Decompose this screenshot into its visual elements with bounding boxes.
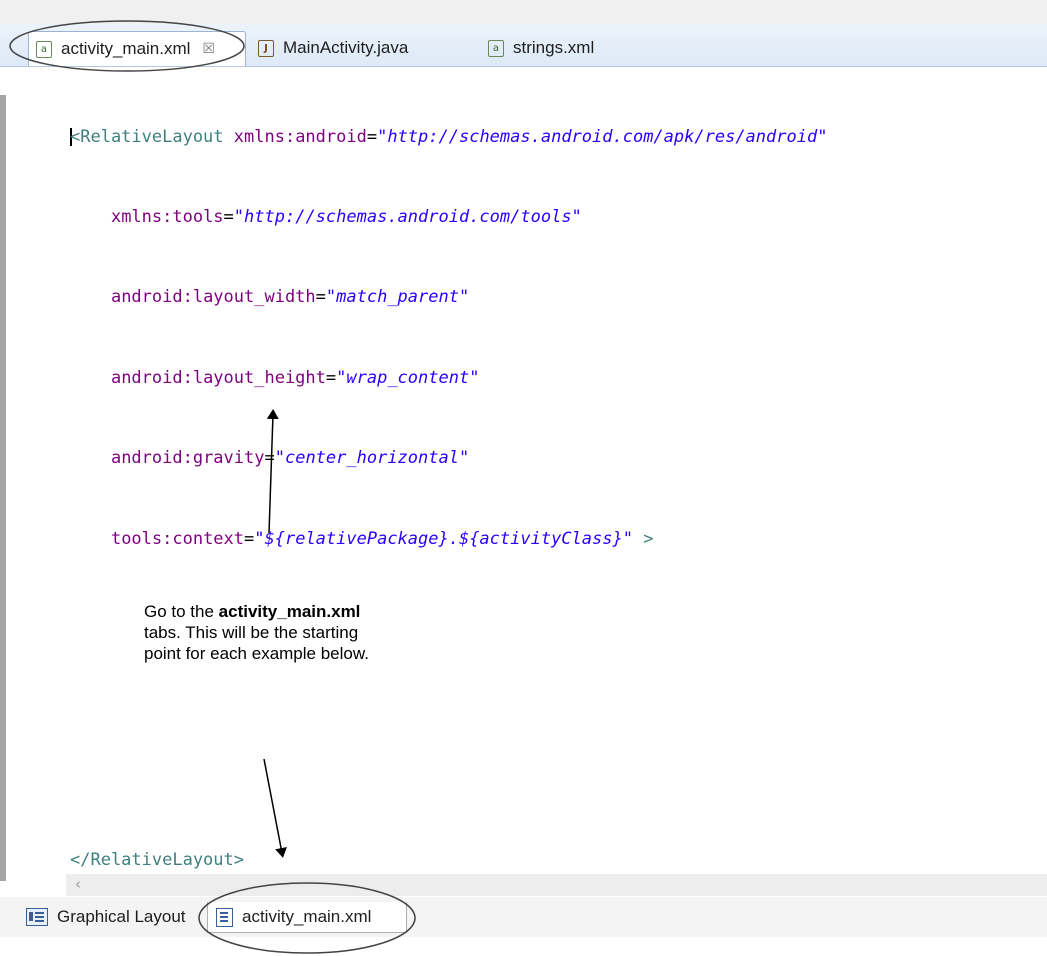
highlight-ellipse-bottom-tab xyxy=(198,882,416,954)
annotation-overlay xyxy=(9,20,416,954)
arrow-up-icon xyxy=(266,409,279,534)
highlight-ellipse-top-tab xyxy=(9,20,245,72)
arrow-down-icon xyxy=(263,758,287,858)
